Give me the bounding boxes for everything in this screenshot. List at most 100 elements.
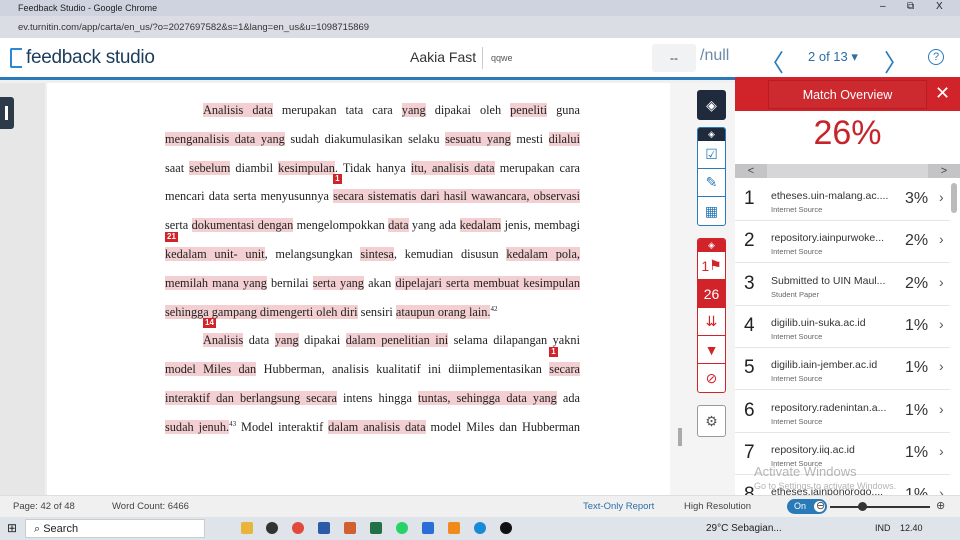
match-highlight[interactable]: secara sistematis dari hasil wawancara, … — [333, 174, 580, 204]
match-marker[interactable]: 21 — [165, 232, 178, 242]
chevron-right-icon[interactable]: › — [939, 358, 944, 374]
match-highlight[interactable]: ataupun orang lain. — [395, 304, 491, 319]
zoom-slider[interactable] — [830, 506, 930, 508]
close-icon[interactable]: ✕ — [935, 83, 950, 104]
chevron-right-icon[interactable]: › — [939, 231, 944, 247]
app-icon[interactable] — [422, 522, 434, 534]
text-only-report-link[interactable]: Text-Only Report — [583, 501, 654, 512]
match-number: 7 — [744, 441, 755, 463]
zoom-out-icon[interactable]: ⊖ — [816, 499, 825, 512]
minimize-button[interactable]: – — [880, 1, 886, 12]
match-highlight[interactable]: Analisis 14 — [203, 318, 244, 348]
match-overview-button[interactable]: 26 — [698, 280, 725, 308]
sort-icon[interactable]: ⇊ — [698, 308, 725, 336]
tiktok-icon[interactable] — [500, 522, 512, 534]
match-highlight[interactable]: kedalam unit- unit 21 — [165, 232, 265, 261]
excel-icon[interactable] — [370, 522, 382, 534]
whatsapp-icon[interactable] — [396, 522, 408, 534]
match-highlight[interactable]: peneliti — [510, 103, 548, 117]
match-list-scrollbar[interactable] — [951, 183, 957, 213]
address-bar[interactable]: ev.turnitin.com/app/carta/en_us/?o=20276… — [0, 16, 960, 38]
match-item[interactable]: 5 digilib.iain-jember.ac.id Internet Sourc… — [735, 348, 950, 391]
match-highlight[interactable]: kedalam — [459, 218, 502, 233]
horizontal-scrollbar[interactable]: < > — [735, 164, 960, 178]
match-highlight[interactable]: dokumentasi dengan — [191, 218, 294, 233]
help-icon[interactable]: ? — [928, 49, 944, 65]
chevron-right-icon[interactable]: › — [939, 189, 944, 205]
language-indicator[interactable]: IND — [875, 523, 891, 533]
url-text[interactable]: ev.turnitin.com/app/carta/en_us/?o=20276… — [18, 22, 369, 33]
text: kedalam — [459, 218, 502, 233]
match-highlight[interactable]: kedalam pola, — [506, 247, 581, 261]
paper-position-dropdown[interactable]: 2 of 13 ▾ — [808, 49, 858, 65]
file-explorer-icon[interactable] — [241, 522, 253, 534]
match-marker[interactable]: 1 — [549, 347, 558, 358]
match-highlight[interactable]: model Miles dan — [165, 362, 257, 377]
windows-taskbar: ⊞ ⌕ Search 29°C Sebagian... IND 12.40 — [0, 517, 960, 540]
chrome-icon[interactable] — [292, 522, 304, 534]
match-highlight[interactable]: memilah mana yang — [165, 275, 267, 290]
grid-button[interactable]: ▦ — [698, 197, 725, 225]
match-highlight[interactable]: interaktif dan berlangsung secara — [165, 391, 337, 405]
match-highlight[interactable]: tuntas, sehingga data yang — [418, 391, 557, 405]
settings-button[interactable]: ⚙ — [697, 405, 726, 437]
match-highlight[interactable]: yang — [401, 103, 426, 117]
match-item[interactable]: 4 digilib.uin-suka.ac.id Internet Source 1%… — [735, 306, 950, 348]
chevron-right-icon[interactable]: › — [939, 316, 944, 332]
match-highlight[interactable]: dalam analisis data — [328, 419, 426, 434]
match-marker[interactable]: 1 — [333, 174, 342, 185]
match-marker[interactable]: 14 — [203, 318, 216, 329]
match-item[interactable]: 6 repository.radenintan.a... Internet Sour… — [735, 391, 950, 433]
match-highlight[interactable]: sintesa — [360, 247, 394, 261]
match-highlight[interactable]: yang — [274, 333, 299, 348]
windows-start-icon[interactable]: ⊞ — [7, 521, 17, 535]
powerpoint-icon[interactable] — [344, 522, 356, 534]
checkmark-button[interactable]: ☑ — [698, 141, 725, 169]
text-run: selama dilapangan yakni — [448, 333, 580, 347]
word-icon[interactable] — [318, 522, 330, 534]
prev-paper-button[interactable]: 〈 — [760, 43, 784, 78]
close-window-button[interactable]: X — [936, 1, 943, 12]
match-highlight[interactable]: serta yang — [312, 275, 364, 290]
text-run: ada — [557, 391, 580, 405]
match-highlight[interactable]: secara 1 — [549, 347, 580, 377]
match-highlight[interactable]: sesuatu yang — [445, 131, 511, 146]
sidebar-toggle[interactable] — [0, 97, 14, 129]
match-highlight[interactable]: itu, analisis data — [410, 160, 495, 175]
match-highlight[interactable]: dilalui — [548, 131, 580, 146]
match-item[interactable]: 2 repository.iainpurwoke... Internet Sourc… — [735, 221, 950, 264]
edge-icon[interactable] — [474, 522, 486, 534]
clock[interactable]: 12.40 — [900, 523, 923, 533]
filter-icon[interactable]: ▼ — [698, 336, 725, 364]
edit-button[interactable]: ✎ — [698, 169, 725, 197]
document-scrollbar[interactable] — [678, 428, 682, 446]
match-highlight[interactable]: dipelajari serta membuat kesimpulan — [395, 275, 580, 290]
weather-text[interactable]: 29°C Sebagian... — [706, 523, 782, 534]
page-input[interactable]: -- — [652, 44, 696, 72]
match-item[interactable]: 1 etheses.uin-malang.ac.... Internet Sourc… — [735, 179, 950, 221]
match-highlight[interactable]: sebelum — [189, 160, 231, 175]
match-highlight[interactable]: Analisis data — [203, 103, 273, 117]
restore-button[interactable]: ⧉ — [907, 1, 914, 12]
layers-button[interactable]: ◈ — [697, 90, 726, 120]
taskbar-search[interactable]: ⌕ Search — [25, 519, 205, 538]
scroll-left-button[interactable]: < — [735, 164, 767, 178]
match-highlight[interactable]: kesimpulan — [278, 160, 335, 175]
chevron-right-icon[interactable]: › — [939, 401, 944, 417]
match-highlight[interactable]: dalam penelitian ini — [345, 333, 449, 348]
chevron-right-icon[interactable]: › — [939, 274, 944, 290]
match-highlight[interactable]: sudah jenuh. — [165, 419, 230, 434]
match-highlight[interactable]: data — [388, 218, 409, 233]
zoom-in-icon[interactable]: ⊕ — [936, 499, 945, 512]
match-highlight[interactable]: sehingga gampang dimengerti oleh diri — [165, 304, 358, 319]
scroll-right-button[interactable]: > — [928, 164, 960, 178]
next-paper-button[interactable]: 〉 — [884, 43, 908, 78]
zoom-slider-handle[interactable] — [858, 502, 867, 511]
exclude-icon[interactable]: ⊘ — [698, 364, 725, 392]
flag-button[interactable]: 1 ⚑ — [698, 252, 725, 280]
match-highlight[interactable]: menganalisis data yang — [165, 131, 285, 146]
media-icon[interactable] — [266, 522, 278, 534]
match-item[interactable]: 3 Submitted to UIN Maul... Student Paper 2%… — [735, 264, 950, 306]
vlc-icon[interactable] — [448, 522, 460, 534]
chevron-right-icon[interactable]: › — [939, 443, 944, 459]
